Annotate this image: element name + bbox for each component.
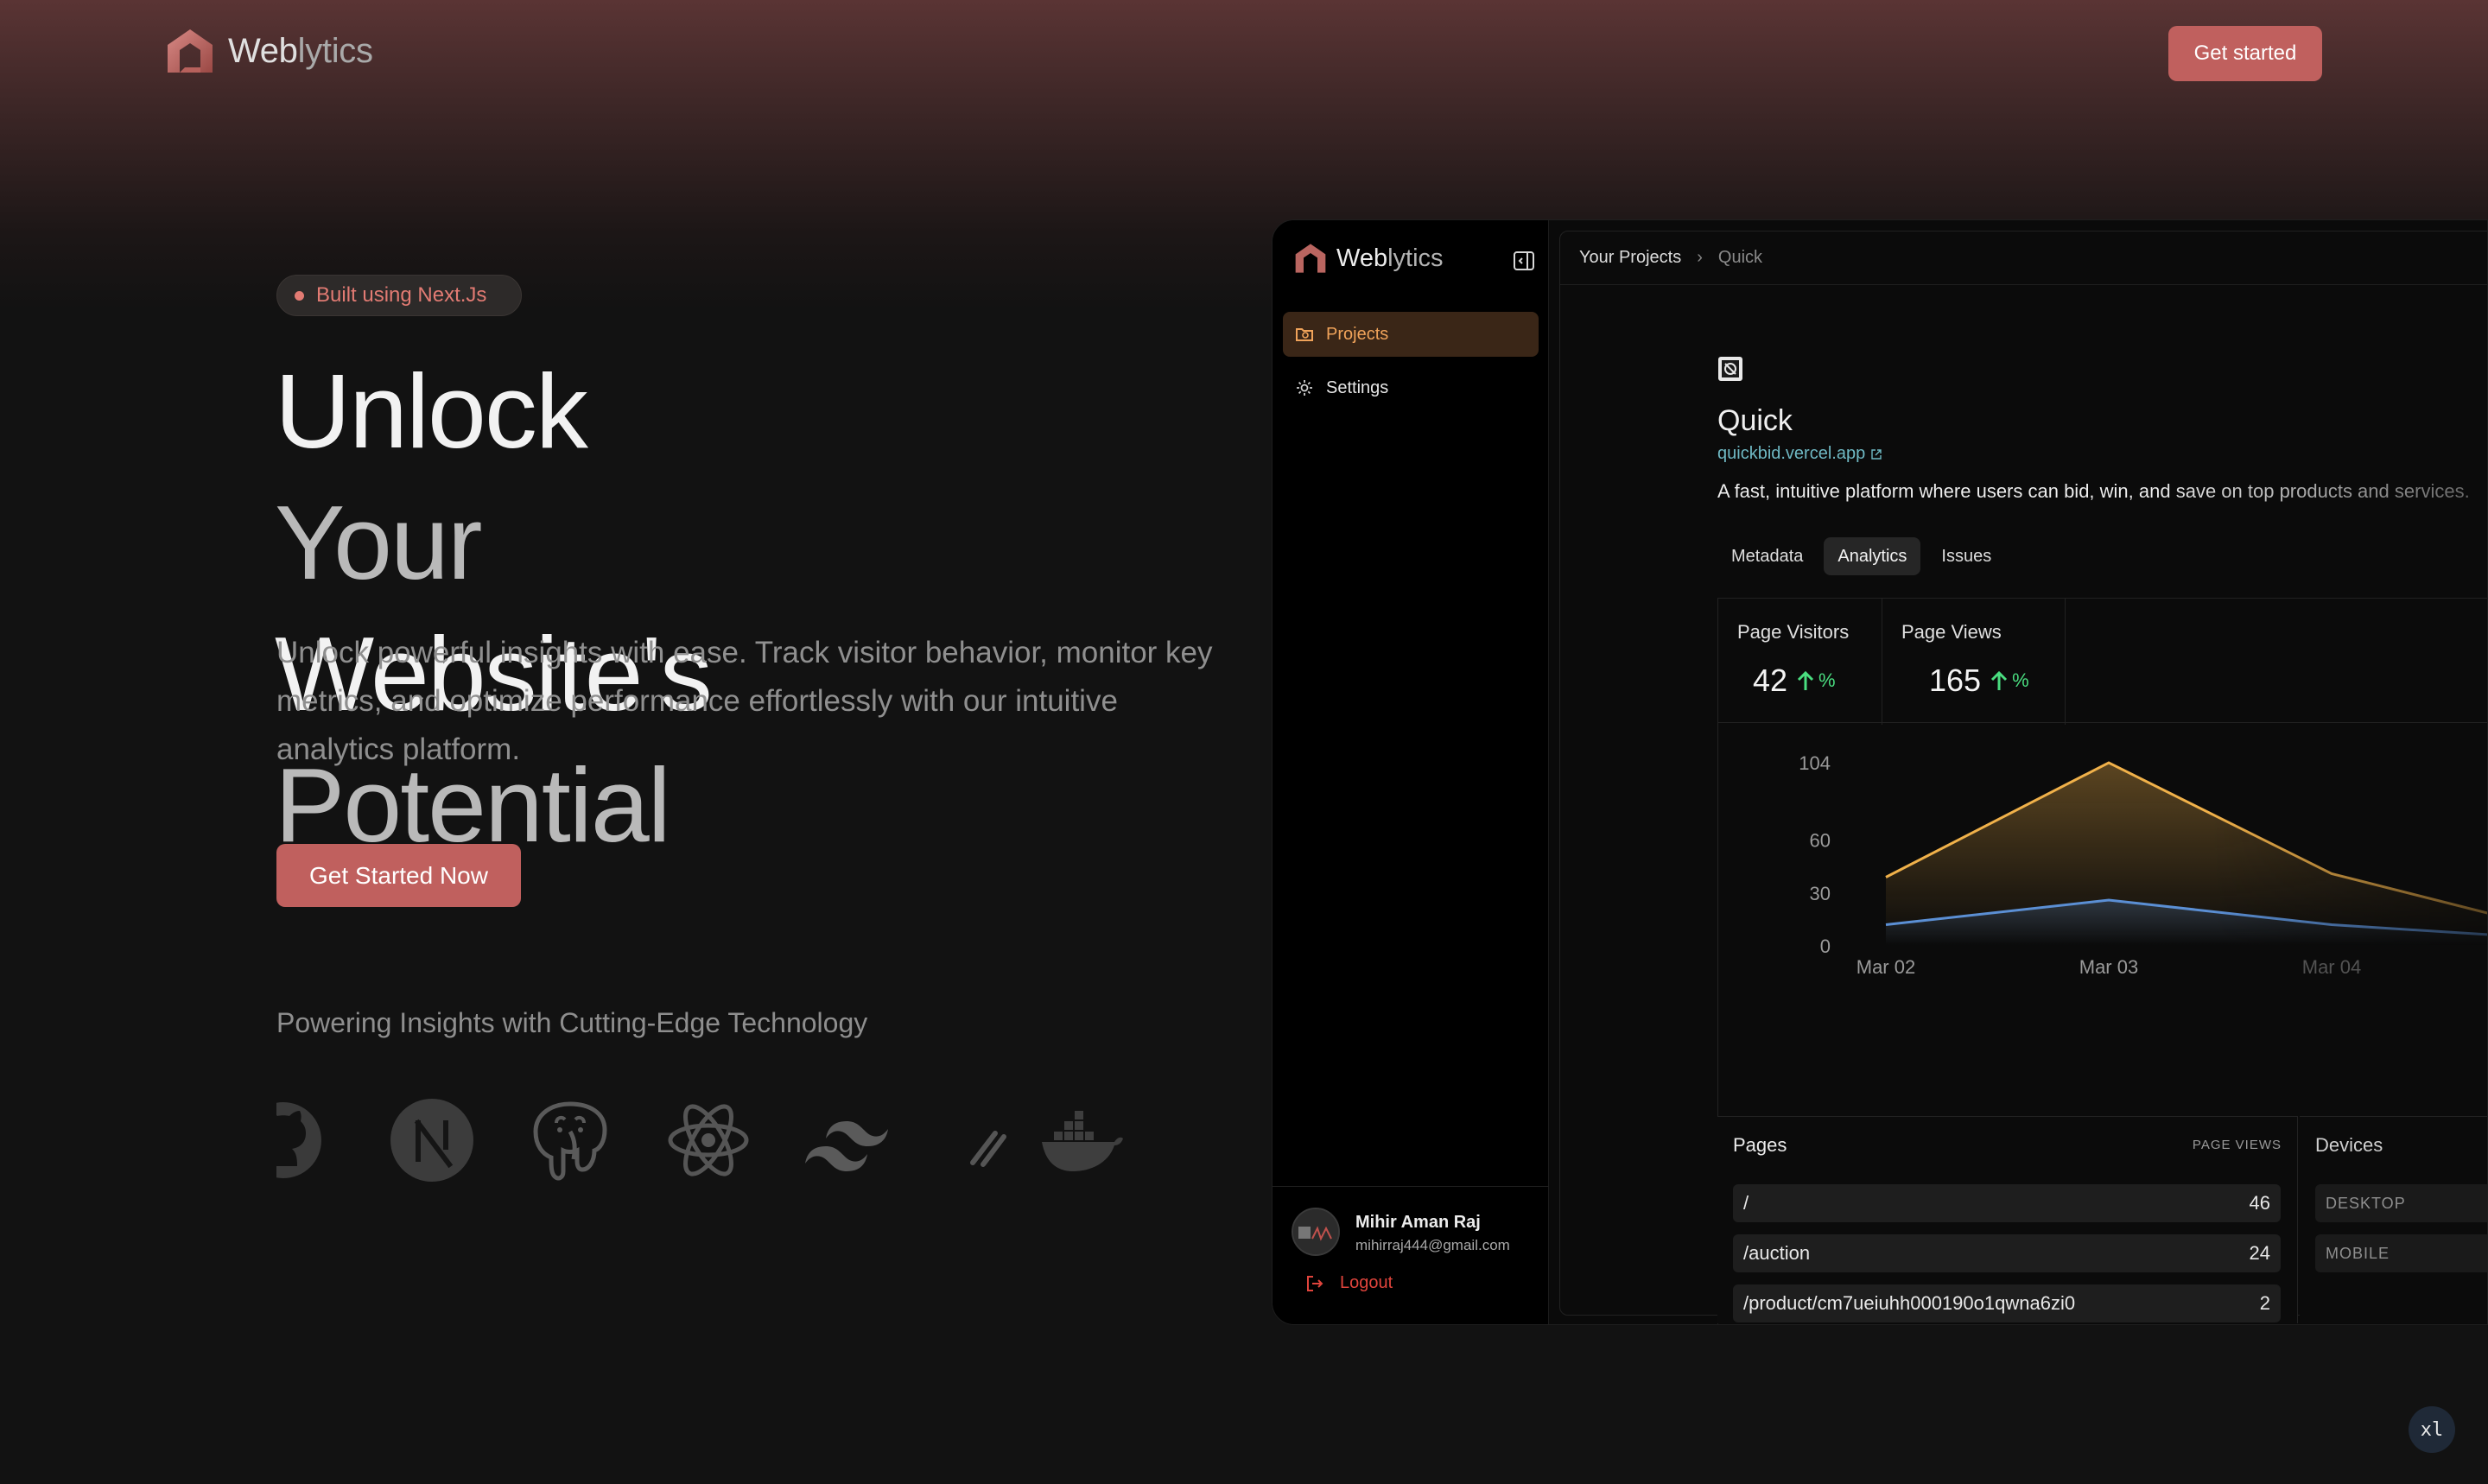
- user-panel: Mihir Aman Raj mihirraj444@gmail.com Log…: [1273, 1186, 1549, 1324]
- stat-label: Page Visitors: [1737, 621, 1850, 643]
- y-tick-label: 30: [1810, 883, 1831, 904]
- prisma-icon: [970, 1131, 1006, 1167]
- gear-icon: [1297, 380, 1312, 396]
- postgresql-icon: [533, 1101, 607, 1181]
- folder-icon: [1296, 328, 1313, 341]
- external-link-icon: [1871, 448, 1882, 460]
- arrow-up-icon: [1991, 670, 2008, 690]
- breadcrumb: Your Projects › Quick: [1560, 231, 2487, 285]
- tab-analytics[interactable]: Analytics: [1824, 537, 1921, 575]
- brand-logo[interactable]: Weblytics: [164, 26, 373, 76]
- github-icon: [276, 1102, 321, 1178]
- brand-name: Weblytics: [228, 31, 373, 70]
- page-path: /product/cm7ueiuhh000190o1qwna6zi0: [1743, 1292, 2076, 1314]
- project-url: quickbid.vercel.app: [1717, 444, 1866, 463]
- page-path: /: [1743, 1192, 1749, 1214]
- docker-icon: [1042, 1111, 1123, 1171]
- breadcrumb-current: Quick: [1717, 248, 1763, 267]
- tech-badge: Built using Next.Js: [276, 275, 522, 316]
- get-started-button[interactable]: Get started: [2168, 26, 2322, 81]
- sidebar-item-label: Projects: [1326, 324, 1389, 344]
- tab-issues[interactable]: Issues: [1927, 537, 2005, 575]
- react-icon: [668, 1104, 749, 1176]
- breakpoint-indicator: xl: [2409, 1406, 2455, 1453]
- project-favicon-icon: [1718, 357, 1742, 381]
- user-name: Mihir Aman Raj: [1355, 1213, 1481, 1232]
- stat-change: %: [1990, 669, 2029, 692]
- pages-panel: Pages PAGE VIEWS / 46 /auction 24 /produ…: [1717, 1116, 2298, 1323]
- tech-section-title: Powering Insights with Cutting-Edge Tech…: [276, 1007, 868, 1038]
- dashboard-preview: Weblytics Projects Settings Mihir Aman R…: [1272, 219, 2488, 1325]
- tech-logos-row: [276, 1097, 1149, 1183]
- sidebar-item-label: Settings: [1326, 377, 1389, 397]
- logout-icon: [1307, 1275, 1323, 1291]
- page-views: 2: [2259, 1292, 2270, 1314]
- y-tick-label: 104: [1799, 752, 1831, 774]
- x-tick-label: Mar 02: [1856, 956, 1915, 978]
- project-title: Quick: [1717, 404, 1793, 437]
- house-logo-icon: [168, 29, 213, 73]
- x-tick-label: Mar 04: [2302, 956, 2361, 978]
- sidebar-brand-name: Weblytics: [1336, 244, 1444, 272]
- arrow-up-icon: [1797, 670, 1814, 690]
- breadcrumb-root[interactable]: Your Projects: [1579, 248, 1681, 268]
- sidebar-toggle-icon[interactable]: [1513, 250, 1535, 272]
- stat-value: 42 %: [1753, 663, 1836, 698]
- page-views: 24: [2249, 1242, 2270, 1264]
- devices-panel: Devices DESKTOP MOBILE: [2300, 1116, 2487, 1323]
- project-url-link[interactable]: quickbid.vercel.app: [1717, 444, 1882, 464]
- stat-value: 165 %: [1929, 663, 2029, 698]
- stats-row: Page Visitors 42 % Page Views 165 %: [1717, 598, 2487, 725]
- plot-area: [1885, 761, 2487, 946]
- sidebar-item-settings[interactable]: Settings: [1283, 365, 1539, 410]
- main-panel: Your Projects › Quick Quick quickbid.ver…: [1559, 231, 2487, 1324]
- hero-headline: Unlock Your Website's Potential: [275, 346, 1225, 871]
- page-path: /auction: [1743, 1242, 1811, 1264]
- avatar[interactable]: [1292, 1208, 1340, 1256]
- stat-page-views[interactable]: Page Views 165 %: [1882, 599, 2066, 725]
- x-tick-label: Mar 03: [2079, 956, 2138, 978]
- user-email: mihirraj444@gmail.com: [1355, 1237, 1510, 1253]
- y-tick-label: 0: [1820, 935, 1831, 957]
- logout-label: Logout: [1340, 1273, 1393, 1292]
- pages-title: Pages: [1733, 1134, 1787, 1156]
- page-views: 46: [2249, 1192, 2270, 1214]
- device-row-desktop[interactable]: DESKTOP: [2315, 1184, 2487, 1222]
- device-row-mobile[interactable]: MOBILE: [2315, 1234, 2487, 1272]
- devices-title: Devices: [2315, 1134, 2383, 1156]
- sidebar-brand[interactable]: Weblytics: [1293, 241, 1444, 276]
- table-row[interactable]: /product/cm7ueiuhh000190o1qwna6zi0 2: [1733, 1284, 2281, 1322]
- table-row[interactable]: / 46: [1733, 1184, 2281, 1222]
- sidebar-item-projects[interactable]: Projects: [1283, 312, 1539, 357]
- logout-button[interactable]: Logout: [1305, 1273, 1393, 1293]
- area-chart: 03060104Mar 02Mar 03Mar 04Mar 05: [1799, 752, 2487, 978]
- project-tabs: Metadata Analytics Issues: [1717, 537, 2005, 575]
- badge-text: Built using Next.Js: [316, 283, 487, 307]
- get-started-now-button[interactable]: Get Started Now: [276, 844, 521, 907]
- hero-subtext: Unlock powerful insights with ease. Trac…: [276, 636, 1213, 766]
- chevron-right-icon: ›: [1697, 248, 1703, 267]
- project-description: A fast, intuitive platform where users c…: [1717, 480, 2487, 503]
- tab-metadata[interactable]: Metadata: [1717, 537, 1817, 575]
- pages-column-header: PAGE VIEWS: [2192, 1138, 2282, 1152]
- nextjs-icon: [390, 1099, 473, 1182]
- headline-line-1: Unlock Your: [275, 352, 588, 601]
- badge-dot-icon: [295, 290, 304, 301]
- avatar-image-icon: [1293, 1209, 1338, 1254]
- stat-change: %: [1796, 669, 1836, 692]
- house-logo-icon: [1295, 244, 1326, 273]
- y-tick-label: 60: [1810, 830, 1831, 852]
- stat-page-visitors[interactable]: Page Visitors 42 %: [1718, 599, 1882, 725]
- tailwind-icon: [805, 1121, 888, 1171]
- sidebar: Weblytics Projects Settings Mihir Aman R…: [1273, 220, 1549, 1324]
- stat-label: Page Views: [1901, 621, 2002, 643]
- table-row[interactable]: /auction 24: [1733, 1234, 2281, 1272]
